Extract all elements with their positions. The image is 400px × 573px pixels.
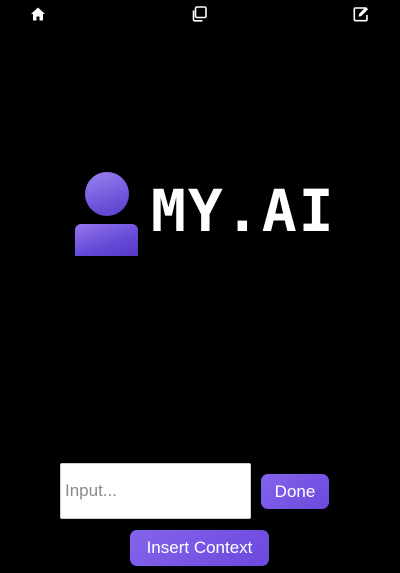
done-button[interactable]: Done [261, 474, 329, 509]
user-icon-body [75, 224, 138, 256]
copy-icon[interactable] [191, 6, 207, 22]
logo-text: MY.AI [151, 177, 336, 245]
insert-context-button[interactable]: Insert Context [130, 530, 269, 566]
edit-icon[interactable] [353, 6, 369, 22]
app-screen: MY.AI Done Insert Context [0, 0, 400, 573]
context-input[interactable] [60, 463, 251, 519]
user-icon-head [85, 172, 129, 216]
app-logo: MY.AI [75, 172, 335, 262]
home-icon[interactable] [30, 6, 46, 22]
